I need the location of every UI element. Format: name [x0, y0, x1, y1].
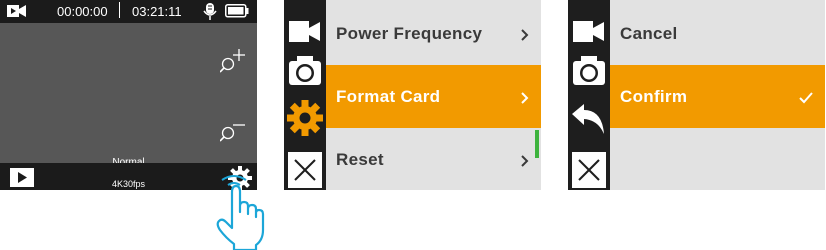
remaining-time: 03:21:11	[132, 4, 182, 19]
settings-menu: Power Frequency Format Card Reset	[284, 0, 541, 190]
video-icon[interactable]	[568, 12, 610, 52]
menu-item-confirm[interactable]: Confirm	[610, 65, 825, 128]
menu-item-label: Confirm	[620, 87, 688, 106]
battery-icon	[225, 4, 249, 18]
camera-icon[interactable]	[284, 50, 326, 90]
record-time: 00:00:00	[57, 4, 108, 19]
camera-viewfinder: 00:00:00 03:21:11 Normal 4K30fps	[0, 0, 257, 190]
menu-item-label: Format Card	[336, 87, 441, 106]
menu-item-label: Power Frequency	[336, 24, 483, 43]
video-mode-icon	[7, 5, 26, 17]
zoom-out-icon[interactable]	[220, 119, 248, 147]
camera-icon[interactable]	[568, 50, 610, 90]
menu-item-label: Reset	[336, 150, 384, 169]
menu-item-format-card[interactable]: Format Card	[326, 65, 541, 128]
status-bar	[0, 0, 257, 23]
settings-gear-icon[interactable]	[284, 98, 326, 138]
video-icon[interactable]	[284, 12, 326, 52]
check-icon	[799, 65, 813, 128]
menu-item-cancel[interactable]: Cancel	[610, 2, 825, 65]
chevron-right-icon	[521, 2, 529, 65]
menu-item-label: Cancel	[620, 24, 678, 43]
chevron-right-icon	[521, 128, 529, 190]
back-arrow-icon[interactable]	[568, 100, 610, 140]
close-icon[interactable]	[568, 150, 610, 190]
tap-hand-icon	[216, 175, 265, 250]
menu-item-reset[interactable]: Reset	[326, 128, 541, 190]
playback-icon[interactable]	[10, 168, 34, 187]
chevron-right-icon	[521, 65, 529, 128]
menu-item-power-frequency[interactable]: Power Frequency	[326, 2, 541, 65]
zoom-in-icon[interactable]	[220, 47, 248, 75]
confirm-menu: Cancel Confirm	[568, 0, 825, 190]
microphone-icon	[203, 3, 217, 20]
scrollbar[interactable]	[535, 130, 539, 158]
status-divider	[119, 2, 120, 18]
close-icon[interactable]	[284, 150, 326, 190]
